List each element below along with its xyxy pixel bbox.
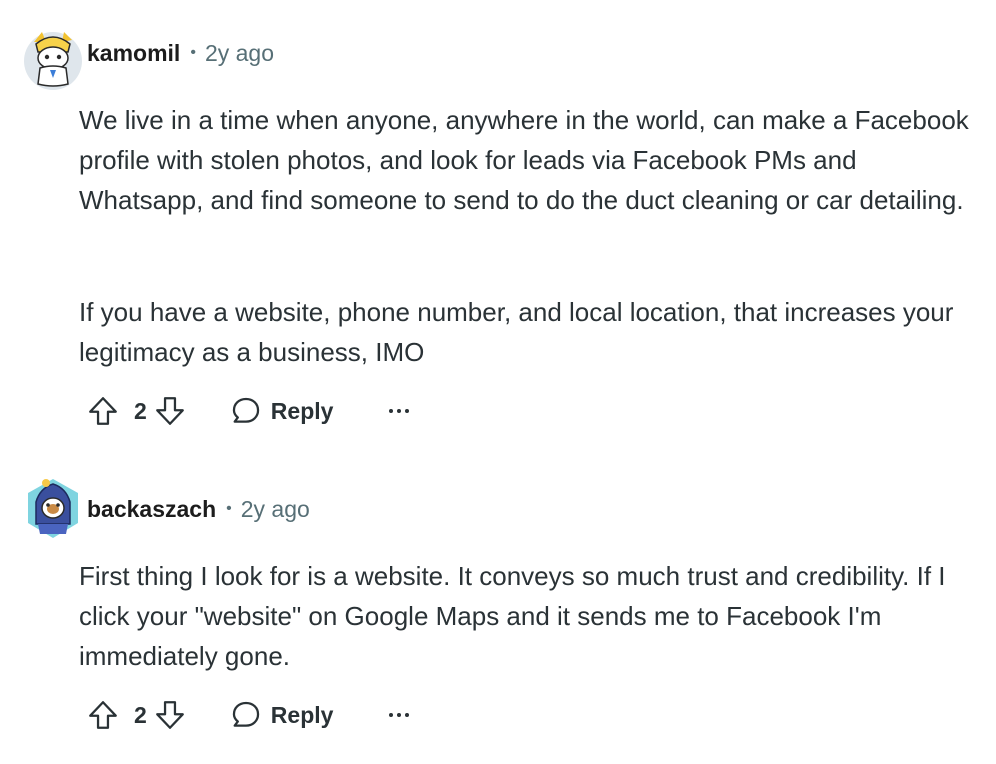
avatar[interactable]: [22, 28, 84, 90]
avatar[interactable]: [22, 476, 84, 538]
comment-body: First thing I look for is a website. It …: [79, 556, 979, 676]
vote-count: 2: [134, 701, 147, 728]
upvote-button[interactable]: [84, 696, 122, 734]
comment-paragraph: We live in a time when anyone, anywhere …: [79, 105, 969, 215]
comment-actions: 2 Reply: [84, 391, 413, 431]
comment-paragraph: If you have a website, phone number, and…: [79, 297, 954, 367]
ellipsis-icon: [389, 713, 410, 717]
comment-body: We live in a time when anyone, anywhere …: [79, 100, 979, 372]
more-options-button[interactable]: [385, 397, 413, 425]
comment-actions: 2 Reply: [84, 695, 413, 735]
reply-label: Reply: [270, 701, 334, 728]
vote-count: 2: [134, 397, 147, 424]
comment-bubble-icon: [232, 701, 259, 727]
upvote-arrow-icon: [89, 701, 117, 729]
reply-button[interactable]: Reply: [229, 394, 334, 428]
comment-paragraph: First thing I look for is a website. It …: [79, 561, 946, 671]
reply-button[interactable]: Reply: [229, 698, 334, 732]
downvote-arrow-icon: [155, 397, 184, 425]
upvote-button[interactable]: [84, 392, 122, 430]
meta-separator: •: [190, 44, 196, 61]
comment-bubble-icon: [232, 397, 259, 423]
timestamp[interactable]: 2y ago: [241, 496, 310, 523]
snoo-avatar-icon: [24, 32, 82, 90]
downvote-arrow-icon: [155, 701, 184, 729]
meta-separator: •: [226, 500, 232, 517]
snoo-avatar-icon: [28, 479, 78, 538]
comment-meta: kamomil • 2y ago: [87, 38, 274, 68]
downvote-button[interactable]: [151, 392, 189, 430]
reply-label: Reply: [270, 397, 334, 424]
username[interactable]: backaszach: [87, 496, 216, 523]
upvote-arrow-icon: [89, 397, 117, 425]
more-options-button[interactable]: [385, 701, 413, 729]
timestamp[interactable]: 2y ago: [205, 40, 274, 67]
downvote-button[interactable]: [151, 696, 189, 734]
ellipsis-icon: [389, 409, 410, 413]
username[interactable]: kamomil: [87, 40, 180, 67]
comment-meta: backaszach • 2y ago: [87, 494, 310, 524]
